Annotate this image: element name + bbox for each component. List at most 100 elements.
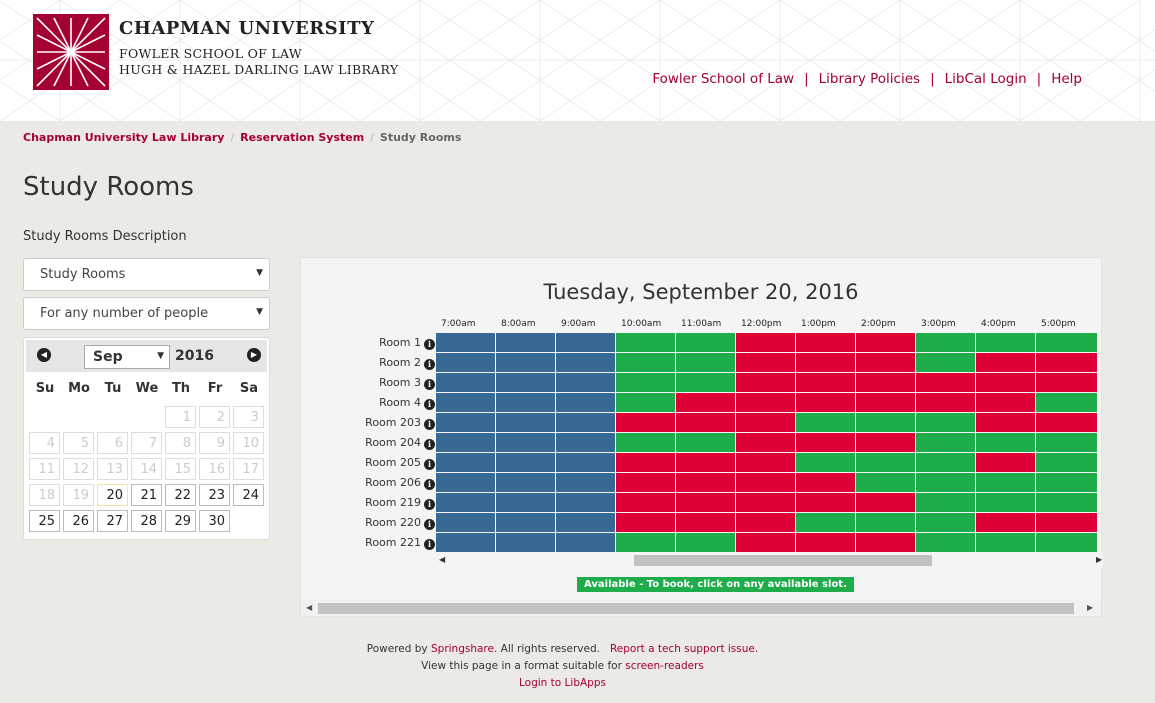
available-slot[interactable] <box>676 333 736 352</box>
chevron-right-icon[interactable]: ▶ <box>247 348 261 362</box>
available-slot[interactable] <box>1036 453 1098 472</box>
calendar-day[interactable]: 28 <box>131 510 162 532</box>
info-icon[interactable]: i <box>424 379 435 390</box>
available-slot[interactable] <box>916 433 976 452</box>
category-select[interactable]: Study Rooms ▼ <box>23 258 270 291</box>
scroll-left-icon[interactable]: ◀ <box>306 603 312 612</box>
room-label: Room 4i <box>353 396 435 410</box>
grid-horizontal-scrollbar[interactable]: ◀ ▶ <box>436 552 1103 568</box>
login-to-libapps-link[interactable]: Login to LibApps <box>519 677 606 689</box>
available-slot[interactable] <box>616 353 676 372</box>
available-slot[interactable] <box>616 393 676 412</box>
panel-horizontal-scrollbar[interactable]: ◀ ▶ <box>301 600 1101 616</box>
room-label: Room 204 i <box>353 436 435 450</box>
page-title: Study Rooms <box>23 172 194 202</box>
room-label: Room 203 i <box>353 416 435 430</box>
available-slot[interactable] <box>676 433 736 452</box>
info-icon[interactable]: i <box>424 479 435 490</box>
available-slot[interactable] <box>916 353 976 372</box>
available-slot[interactable] <box>856 473 916 492</box>
booked-slot <box>916 373 976 392</box>
available-slot[interactable] <box>976 333 1036 352</box>
info-icon[interactable]: i <box>424 459 435 470</box>
scroll-right-icon[interactable]: ▶ <box>1096 555 1102 564</box>
calendar-day: 1 <box>165 406 196 428</box>
unavailable-slot <box>496 433 556 452</box>
available-slot[interactable] <box>1036 473 1098 492</box>
calendar-day[interactable]: 30 <box>199 510 230 532</box>
available-slot[interactable] <box>916 513 976 532</box>
report-issue-link[interactable]: Report a tech support issue. <box>610 643 758 655</box>
available-slot[interactable] <box>796 513 856 532</box>
footer-powered: Powered by Springshare. All rights reser… <box>0 643 1125 655</box>
available-slot[interactable] <box>976 473 1036 492</box>
available-slot[interactable] <box>916 473 976 492</box>
available-slot[interactable] <box>1036 533 1098 552</box>
available-slot[interactable] <box>1036 493 1098 512</box>
available-slot[interactable] <box>616 433 676 452</box>
info-icon[interactable]: i <box>424 359 435 370</box>
available-slot[interactable] <box>916 333 976 352</box>
calendar-day[interactable]: 20 <box>97 484 128 506</box>
grid-scroll-thumb[interactable] <box>634 555 932 566</box>
calendar-day[interactable]: 27 <box>97 510 128 532</box>
available-slot[interactable] <box>976 493 1036 512</box>
calendar-day[interactable]: 25 <box>29 510 60 532</box>
panel-scroll-thumb[interactable] <box>318 603 1074 614</box>
available-slot[interactable] <box>676 533 736 552</box>
calendar-day[interactable]: 24 <box>233 484 264 506</box>
available-slot[interactable] <box>1036 393 1098 412</box>
month-select[interactable]: Sep ▼ <box>84 345 170 369</box>
info-icon[interactable]: i <box>424 399 435 410</box>
chapman-logo[interactable] <box>33 14 109 90</box>
available-slot[interactable] <box>796 453 856 472</box>
available-slot[interactable] <box>616 533 676 552</box>
calendar-day: 8 <box>165 432 196 454</box>
available-slot[interactable] <box>976 533 1036 552</box>
available-slot[interactable] <box>796 413 856 432</box>
available-slot[interactable] <box>856 453 916 472</box>
booked-slot <box>976 513 1036 532</box>
available-slot[interactable] <box>676 373 736 392</box>
info-icon[interactable]: i <box>424 419 435 430</box>
available-slot[interactable] <box>856 513 916 532</box>
info-icon[interactable]: i <box>424 439 435 450</box>
info-icon[interactable]: i <box>424 339 435 350</box>
breadcrumb-reservation-system[interactable]: Reservation System <box>240 131 364 144</box>
breadcrumb-law-library[interactable]: Chapman University Law Library <box>23 131 224 144</box>
available-slot[interactable] <box>916 413 976 432</box>
calendar-header: ◀ Sep ▼ 2016 ▶ <box>26 340 267 372</box>
booked-slot <box>736 373 796 392</box>
nav-help[interactable]: Help <box>1051 71 1082 87</box>
calendar-day: 18 <box>29 484 60 506</box>
available-slot[interactable] <box>976 433 1036 452</box>
nav-fowler-school-of-law[interactable]: Fowler School of Law <box>652 71 794 87</box>
available-slot[interactable] <box>676 353 736 372</box>
nav-library-policies[interactable]: Library Policies <box>819 71 920 87</box>
available-slot[interactable] <box>616 333 676 352</box>
available-slot[interactable] <box>916 453 976 472</box>
available-slot[interactable] <box>916 533 976 552</box>
chevron-left-icon[interactable]: ◀ <box>37 348 51 362</box>
calendar-day[interactable]: 21 <box>131 484 162 506</box>
available-slot[interactable] <box>1036 433 1098 452</box>
calendar-day[interactable]: 26 <box>63 510 94 532</box>
calendar-day[interactable]: 22 <box>165 484 196 506</box>
springshare-link[interactable]: Springshare <box>431 643 494 655</box>
capacity-select[interactable]: For any number of people ▼ <box>23 297 270 330</box>
nav-libcal-login[interactable]: LibCal Login <box>945 71 1027 87</box>
screen-readers-link[interactable]: screen-readers <box>625 660 704 672</box>
booked-slot <box>796 433 856 452</box>
info-icon[interactable]: i <box>424 539 435 550</box>
available-slot[interactable] <box>916 493 976 512</box>
info-icon[interactable]: i <box>424 519 435 530</box>
available-slot[interactable] <box>1036 333 1098 352</box>
calendar-day[interactable]: 29 <box>165 510 196 532</box>
scroll-left-icon[interactable]: ◀ <box>439 555 445 564</box>
scroll-right-icon[interactable]: ▶ <box>1087 603 1093 612</box>
available-slot[interactable] <box>856 413 916 432</box>
available-slot[interactable] <box>616 373 676 392</box>
calendar-day[interactable]: 23 <box>199 484 230 506</box>
info-icon[interactable]: i <box>424 499 435 510</box>
unavailable-slot <box>496 333 556 352</box>
